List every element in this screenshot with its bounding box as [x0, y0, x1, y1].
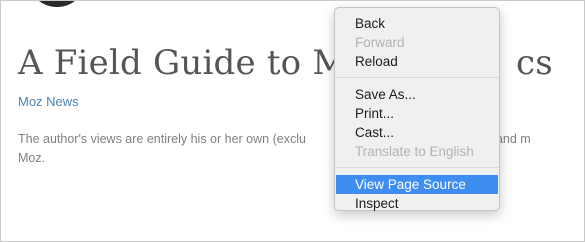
article-title-start: A Field Guide to Mo [18, 43, 369, 83]
menu-item-reload[interactable]: Reload [335, 52, 499, 71]
menu-item-cast[interactable]: Cast... [335, 123, 499, 142]
author-avatar[interactable] [27, 1, 87, 7]
menu-separator [335, 167, 499, 168]
disclaimer-line-2: Moz. [18, 151, 46, 165]
menu-item-back[interactable]: Back [335, 14, 499, 33]
browser-page: A Field Guide to Mo cs Moz News The autho… [0, 0, 585, 242]
disclaimer-start: The author's views are entirely his or h… [18, 132, 306, 146]
menu-item-forward: Forward [355, 35, 405, 50]
menu-item-print[interactable]: Print... [335, 104, 499, 123]
context-menu: Back Forward Reload Save As... Print... … [334, 7, 500, 211]
category-link[interactable]: Moz News [18, 94, 79, 109]
menu-item-view-page-source[interactable]: View Page Source [336, 175, 498, 194]
menu-item-inspect[interactable]: Inspect [335, 194, 499, 213]
article-title-end: cs [516, 43, 553, 83]
menu-item-translate: Translate to English [355, 144, 474, 159]
menu-separator [335, 77, 499, 78]
menu-item-save-as[interactable]: Save As... [335, 85, 499, 104]
